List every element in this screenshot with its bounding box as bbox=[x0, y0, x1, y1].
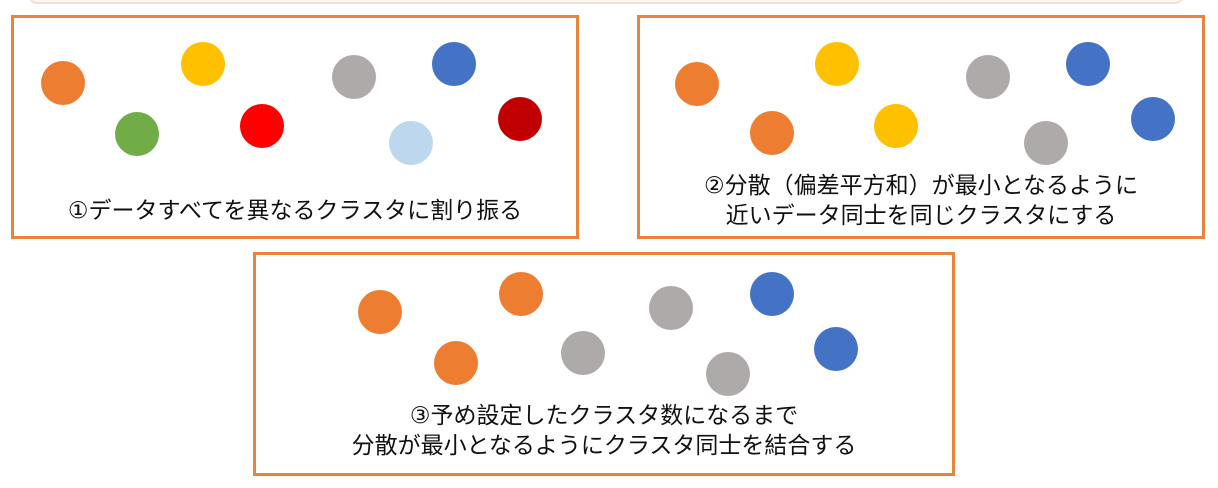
blue-cluster-dot bbox=[750, 272, 794, 316]
blue-cluster-dot bbox=[1131, 97, 1175, 141]
yellow-cluster-dot bbox=[815, 42, 859, 86]
yellow-cluster-dot bbox=[874, 104, 918, 148]
top-decorative-strip bbox=[28, 0, 1184, 4]
step-3-caption-line-2: 分散が最小となるようにクラスタ同士を結合する bbox=[351, 433, 857, 459]
orange-cluster-dot bbox=[434, 341, 478, 385]
orange-cluster-dot bbox=[675, 62, 719, 106]
step-2-panel: ②分散（偏差平方和）が最小となるように 近いデータ同士を同じクラスタにする bbox=[637, 15, 1205, 239]
yellow-cluster-dot bbox=[181, 42, 225, 86]
gray-cluster-dot bbox=[706, 352, 750, 396]
green-cluster-dot bbox=[115, 112, 159, 156]
step-3-caption: ③予め設定したクラスタ数になるまで 分散が最小となるようにクラスタ同士を結合する bbox=[256, 401, 952, 461]
step-2-caption-line-2: 近いデータ同士を同じクラスタにする bbox=[725, 203, 1117, 229]
step-3-panel: ③予め設定したクラスタ数になるまで 分散が最小となるようにクラスタ同士を結合する bbox=[253, 252, 955, 476]
orange-cluster-dot bbox=[358, 290, 402, 334]
step-1-caption: ①データすべてを異なるクラスタに割り振る bbox=[14, 196, 576, 226]
gray-cluster-dot bbox=[1024, 121, 1068, 165]
blue-cluster-dot bbox=[432, 42, 476, 86]
gray-cluster-dot bbox=[649, 286, 693, 330]
blue-cluster-dot bbox=[1066, 42, 1110, 86]
blue-cluster-dot bbox=[814, 327, 858, 371]
step-1-caption-line-1: ①データすべてを異なるクラスタに割り振る bbox=[67, 198, 523, 224]
orange-cluster-dot bbox=[499, 272, 543, 316]
step-2-caption: ②分散（偏差平方和）が最小となるように 近いデータ同士を同じクラスタにする bbox=[640, 171, 1202, 231]
orange-cluster-dot bbox=[750, 111, 794, 155]
light-blue-cluster-dot bbox=[389, 121, 433, 165]
gray-cluster-dot bbox=[332, 55, 376, 99]
step-3-caption-line-1: ③予め設定したクラスタ数になるまで bbox=[409, 403, 799, 429]
orange-cluster-dot bbox=[41, 61, 85, 105]
gray-cluster-dot bbox=[966, 55, 1010, 99]
dark-red-cluster-dot bbox=[498, 97, 542, 141]
gray-cluster-dot bbox=[561, 331, 605, 375]
step-2-caption-line-1: ②分散（偏差平方和）が最小となるように bbox=[704, 173, 1138, 199]
red-cluster-dot bbox=[240, 104, 284, 148]
step-1-panel: ①データすべてを異なるクラスタに割り振る bbox=[11, 15, 579, 239]
